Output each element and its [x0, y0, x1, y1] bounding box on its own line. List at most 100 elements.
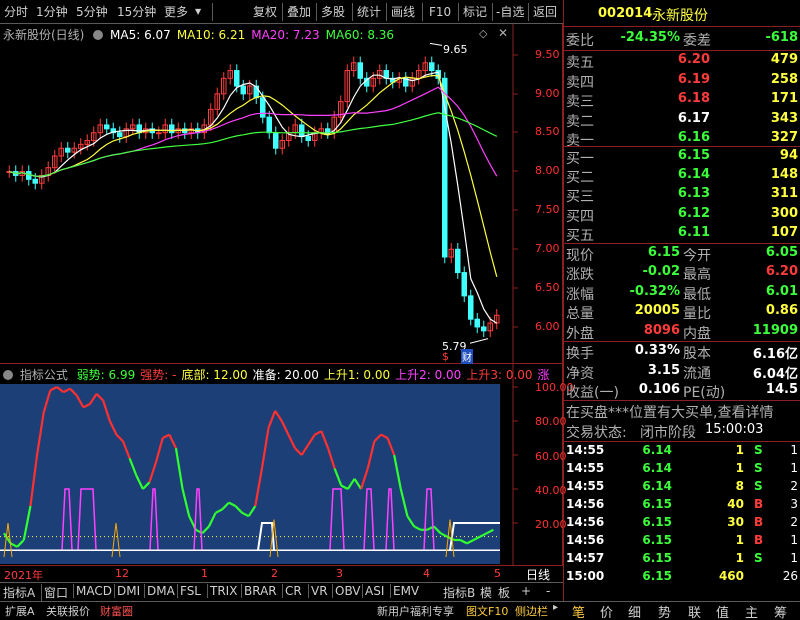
kline-panel[interactable]: 永新股份(日线) MA5: 6.07 MA10: 6.21 MA20: 7.23 MA…	[0, 24, 563, 364]
quote-label: 换手	[566, 346, 594, 362]
finance-report-marker[interactable]: 财	[461, 349, 473, 364]
detail-nav-tab[interactable]: 细	[628, 602, 641, 620]
toolbar-item-1min[interactable]: 1分钟	[36, 3, 68, 21]
quote-value: 14.5	[765, 382, 798, 397]
indicator-tab[interactable]: BRAR	[241, 584, 277, 598]
indicator-tab[interactable]: 指标A	[3, 584, 35, 601]
toolbar-item-stats[interactable]: 统计	[357, 3, 381, 21]
tick-price: 6.15	[642, 569, 672, 583]
tick-volume: 1	[735, 551, 744, 565]
indicator-tab[interactable]: 窗口	[41, 584, 68, 601]
toolbar-item-draw[interactable]: 画线	[391, 3, 415, 21]
detail-nav-tab[interactable]: 筹	[774, 602, 787, 620]
ma-legend-item: MA20: 7.23	[251, 28, 320, 42]
quote-label: 净资	[566, 365, 594, 382]
indicator-tab[interactable]: 板	[498, 584, 510, 601]
more-dropdown-icon[interactable]: ▼	[195, 3, 201, 21]
indicator-tab[interactable]: CR	[282, 584, 302, 598]
promo-link[interactable]: 新用户福利专享	[377, 603, 454, 619]
bid-volume: 311	[770, 186, 798, 202]
bid-price[interactable]: 6.15	[678, 148, 710, 163]
quote-value: -24.35%	[620, 30, 680, 45]
related-quote-button[interactable]: 关联报价	[46, 603, 90, 619]
f10-button[interactable]: 图文F10	[466, 603, 508, 619]
price-axis-label: 7.50	[535, 203, 560, 216]
bid-price[interactable]: 6.12	[678, 206, 710, 221]
indicator-tab[interactable]: VR	[308, 584, 328, 598]
indicator-tab[interactable]: 指标B	[443, 584, 475, 601]
expand-button[interactable]: 扩展A	[5, 603, 35, 619]
toolbar-item-15min[interactable]: 15分钟	[117, 3, 156, 21]
chart-toolbar: 分时 1分钟 5分钟 15分钟 更多 ▼ 复权 叠加 多股 统计 画线 F10 …	[0, 0, 563, 24]
indicator-tab[interactable]: FSL	[177, 584, 201, 598]
price-axis-label: 6.00	[535, 320, 560, 333]
tick-count: 2	[790, 515, 798, 529]
indicator-tab[interactable]: 模	[480, 584, 492, 601]
bid-price[interactable]: 6.14	[678, 167, 710, 182]
tick-time: 14:56	[566, 533, 605, 547]
ask-price[interactable]: 6.19	[678, 72, 710, 87]
trade-status-label: 交易状态:	[566, 425, 627, 441]
quote-label: 内盘	[683, 325, 711, 342]
ask-price[interactable]: 6.18	[678, 91, 710, 106]
toolbar-item-intraday[interactable]: 分时	[4, 3, 28, 21]
detail-nav-tab[interactable]: 势	[658, 602, 671, 620]
toolbar-item-multi[interactable]: 多股	[321, 3, 345, 21]
toolbar-item-back[interactable]: 返回	[533, 3, 557, 21]
price-axis-label: 9.50	[535, 48, 560, 61]
indicator-tab[interactable]: TRIX	[207, 584, 237, 598]
toolbar-item-mark[interactable]: 标记	[463, 3, 487, 21]
tick-time: 15:00	[566, 569, 605, 583]
toolbar-item-remove-fav[interactable]: -自选	[496, 3, 524, 21]
toolbar-item-overlay[interactable]: 叠加	[287, 3, 311, 21]
settings-gear-icon[interactable]	[93, 30, 104, 40]
indicator-panel[interactable]: 指标公式 弱势: 6.99 强势: - 底部: 12.00 准备: 20.00 上升1:…	[0, 364, 574, 566]
quote-label: 委比	[566, 33, 594, 49]
detail-nav-tab[interactable]: 笔	[572, 602, 585, 620]
indicator-tab[interactable]: DMA	[144, 584, 175, 598]
tick-volume: 1	[735, 533, 744, 547]
ask-price[interactable]: 6.20	[678, 52, 710, 67]
big-order-notice[interactable]: 在买盘***位置有大买单,查看详情	[566, 402, 773, 422]
quote-value: -0.32%	[629, 283, 681, 299]
indicator-tab[interactable]: ASI	[362, 584, 384, 598]
detail-nav-tab[interactable]: 联	[688, 602, 701, 620]
trade-status: 闭市阶段	[640, 425, 696, 441]
time-axis-label: 2021年	[4, 569, 43, 582]
indicator-tab[interactable]: +	[521, 584, 531, 598]
wealth-circle-button[interactable]: 财富圈	[100, 603, 133, 619]
ma-legend-item: MA60: 8.36	[325, 28, 395, 42]
indicator-tab[interactable]: EMV	[390, 584, 419, 598]
tick-count: 1	[790, 461, 798, 475]
chart-expand-icon[interactable]: ◇	[479, 27, 487, 40]
quote-label: 涨幅	[566, 286, 594, 303]
detail-nav-tab[interactable]: 主	[745, 602, 758, 620]
ask-price[interactable]: 6.16	[678, 130, 710, 145]
indicator-tab[interactable]: -	[546, 584, 550, 598]
toolbar-item-more[interactable]: 更多	[164, 3, 188, 21]
tick-side: S	[754, 551, 763, 565]
chart-close-icon[interactable]: ✕	[498, 26, 508, 40]
ask-price[interactable]: 6.17	[678, 111, 710, 126]
time-axis-label: 2	[271, 567, 278, 580]
detail-nav-tab[interactable]: 价	[600, 602, 613, 620]
period-label[interactable]: 日线	[526, 566, 550, 583]
tick-price: 6.14	[642, 443, 672, 457]
sidebar-button[interactable]: 侧边栏	[515, 603, 548, 619]
dividend-marker[interactable]: $	[442, 350, 449, 363]
toolbar-item-5min[interactable]: 5分钟	[76, 3, 108, 21]
quote-label: 涨跌	[566, 267, 594, 284]
indicator-tab[interactable]: MACD	[73, 584, 112, 598]
toolbar-item-f10[interactable]: F10	[429, 3, 451, 21]
sidebar-arrow-icon[interactable]: ▸	[553, 602, 558, 613]
bid-price[interactable]: 6.11	[678, 225, 710, 240]
quote-label: 股本	[683, 346, 711, 362]
detail-nav-tab[interactable]: 值	[716, 602, 729, 620]
quote-value: 6.20	[765, 264, 798, 280]
toolbar-item-adjust[interactable]: 复权	[253, 3, 277, 21]
tick-time: 14:56	[566, 515, 605, 529]
bid-price[interactable]: 6.13	[678, 186, 710, 201]
indicator-tab[interactable]: OBV	[332, 584, 361, 598]
quote-label: 收益(一)	[566, 385, 619, 401]
indicator-tab[interactable]: DMI	[114, 584, 140, 598]
